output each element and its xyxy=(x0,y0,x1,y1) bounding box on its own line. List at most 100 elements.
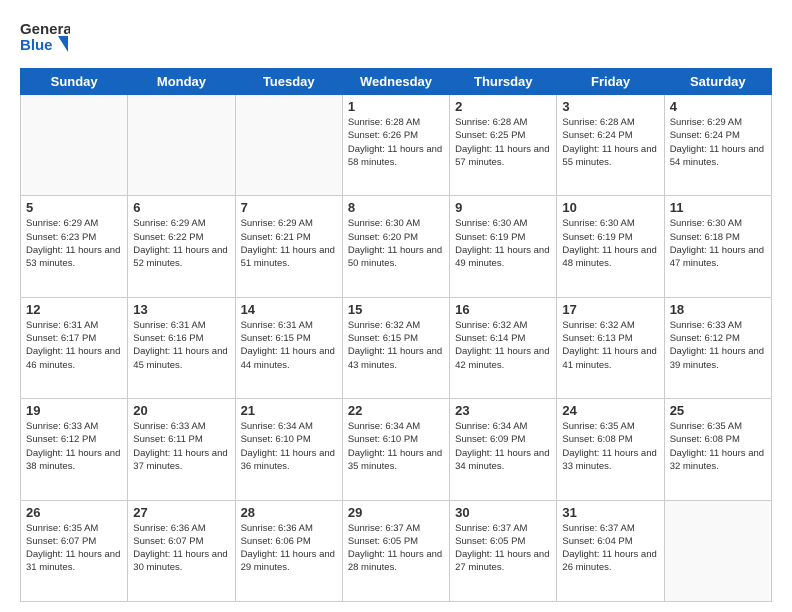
day-info: Sunrise: 6:29 AM Sunset: 6:22 PM Dayligh… xyxy=(133,217,229,270)
calendar-cell: 21Sunrise: 6:34 AM Sunset: 6:10 PM Dayli… xyxy=(235,399,342,500)
day-number: 7 xyxy=(241,200,337,215)
calendar-cell xyxy=(235,95,342,196)
calendar-cell: 2 Sunrise: 6:28 AM Sunset: 6:25 PM Daylig… xyxy=(450,95,557,196)
calendar-cell: 28 Sunrise: 6:36 AM Sunset: 6:06 PM Dayli… xyxy=(235,500,342,601)
calendar-cell xyxy=(21,95,128,196)
page: GeneralBlue SundayMondayTuesdayWednesday… xyxy=(0,0,792,612)
calendar-cell: 24Sunrise: 6:35 AM Sunset: 6:08 PM Dayli… xyxy=(557,399,664,500)
weekday-header-wednesday: Wednesday xyxy=(342,69,449,95)
calendar-cell: 7 Sunrise: 6:29 AM Sunset: 6:21 PM Daylig… xyxy=(235,196,342,297)
day-number: 28 xyxy=(241,505,337,520)
day-info: Sunrise: 6:31 AM Sunset: 6:16 PM Dayligh… xyxy=(133,319,229,372)
day-info: Sunrise: 6:28 AM Sunset: 6:25 PM Dayligh… xyxy=(455,116,551,169)
day-number: 19 xyxy=(26,403,122,418)
calendar-cell: 20 Sunrise: 6:33 AM Sunset: 6:11 PM Dayli… xyxy=(128,399,235,500)
day-number: 15 xyxy=(348,302,444,317)
calendar-cell: 12 Sunrise: 6:31 AM Sunset: 6:17 PM Dayli… xyxy=(21,297,128,398)
day-info: Sunrise: 6:36 AM Sunset: 6:06 PM Dayligh… xyxy=(241,522,337,575)
weekday-header-thursday: Thursday xyxy=(450,69,557,95)
calendar-cell: 18Sunrise: 6:33 AM Sunset: 6:12 PM Dayli… xyxy=(664,297,771,398)
day-number: 11 xyxy=(670,200,766,215)
day-number: 18 xyxy=(670,302,766,317)
day-info: Sunrise: 6:30 AM Sunset: 6:18 PM Dayligh… xyxy=(670,217,766,270)
weekday-header-monday: Monday xyxy=(128,69,235,95)
day-number: 27 xyxy=(133,505,229,520)
header: GeneralBlue xyxy=(20,16,772,58)
calendar-cell: 23 Sunrise: 6:34 AM Sunset: 6:09 PM Dayli… xyxy=(450,399,557,500)
day-info: Sunrise: 6:35 AM Sunset: 6:08 PM Dayligh… xyxy=(670,420,766,473)
calendar-cell: 27 Sunrise: 6:36 AM Sunset: 6:07 PM Dayli… xyxy=(128,500,235,601)
weekday-header-tuesday: Tuesday xyxy=(235,69,342,95)
day-number: 30 xyxy=(455,505,551,520)
weekday-header-saturday: Saturday xyxy=(664,69,771,95)
day-number: 4 xyxy=(670,99,766,114)
day-number: 9 xyxy=(455,200,551,215)
day-number: 8 xyxy=(348,200,444,215)
day-info: Sunrise: 6:29 AM Sunset: 6:21 PM Dayligh… xyxy=(241,217,337,270)
calendar-cell: 17Sunrise: 6:32 AM Sunset: 6:13 PM Dayli… xyxy=(557,297,664,398)
day-number: 25 xyxy=(670,403,766,418)
calendar-cell: 25 Sunrise: 6:35 AM Sunset: 6:08 PM Dayli… xyxy=(664,399,771,500)
week-row-4: 19Sunrise: 6:33 AM Sunset: 6:12 PM Dayli… xyxy=(21,399,772,500)
day-info: Sunrise: 6:37 AM Sunset: 6:05 PM Dayligh… xyxy=(348,522,444,575)
calendar-cell: 13 Sunrise: 6:31 AM Sunset: 6:16 PM Dayli… xyxy=(128,297,235,398)
calendar-cell: 14 Sunrise: 6:31 AM Sunset: 6:15 PM Dayli… xyxy=(235,297,342,398)
week-row-3: 12 Sunrise: 6:31 AM Sunset: 6:17 PM Dayli… xyxy=(21,297,772,398)
calendar-cell xyxy=(128,95,235,196)
day-number: 21 xyxy=(241,403,337,418)
svg-text:Blue: Blue xyxy=(20,37,53,54)
day-number: 23 xyxy=(455,403,551,418)
calendar-cell: 1 Sunrise: 6:28 AM Sunset: 6:26 PM Daylig… xyxy=(342,95,449,196)
day-info: Sunrise: 6:34 AM Sunset: 6:09 PM Dayligh… xyxy=(455,420,551,473)
calendar-cell: 4 Sunrise: 6:29 AM Sunset: 6:24 PM Daylig… xyxy=(664,95,771,196)
weekday-header-friday: Friday xyxy=(557,69,664,95)
weekday-header-sunday: Sunday xyxy=(21,69,128,95)
day-number: 6 xyxy=(133,200,229,215)
calendar-cell: 10 Sunrise: 6:30 AM Sunset: 6:19 PM Dayli… xyxy=(557,196,664,297)
calendar-cell: 22Sunrise: 6:34 AM Sunset: 6:10 PM Dayli… xyxy=(342,399,449,500)
day-number: 2 xyxy=(455,99,551,114)
day-info: Sunrise: 6:31 AM Sunset: 6:15 PM Dayligh… xyxy=(241,319,337,372)
day-number: 14 xyxy=(241,302,337,317)
day-info: Sunrise: 6:30 AM Sunset: 6:19 PM Dayligh… xyxy=(562,217,658,270)
day-info: Sunrise: 6:28 AM Sunset: 6:26 PM Dayligh… xyxy=(348,116,444,169)
calendar-cell: 3Sunrise: 6:28 AM Sunset: 6:24 PM Daylig… xyxy=(557,95,664,196)
calendar-cell: 5 Sunrise: 6:29 AM Sunset: 6:23 PM Daylig… xyxy=(21,196,128,297)
logo: GeneralBlue xyxy=(20,16,70,58)
calendar-cell: 6 Sunrise: 6:29 AM Sunset: 6:22 PM Daylig… xyxy=(128,196,235,297)
day-info: Sunrise: 6:30 AM Sunset: 6:19 PM Dayligh… xyxy=(455,217,551,270)
day-info: Sunrise: 6:37 AM Sunset: 6:05 PM Dayligh… xyxy=(455,522,551,575)
day-number: 29 xyxy=(348,505,444,520)
week-row-5: 26Sunrise: 6:35 AM Sunset: 6:07 PM Dayli… xyxy=(21,500,772,601)
calendar-cell: 9 Sunrise: 6:30 AM Sunset: 6:19 PM Daylig… xyxy=(450,196,557,297)
calendar-cell: 8Sunrise: 6:30 AM Sunset: 6:20 PM Daylig… xyxy=(342,196,449,297)
day-number: 12 xyxy=(26,302,122,317)
day-info: Sunrise: 6:32 AM Sunset: 6:15 PM Dayligh… xyxy=(348,319,444,372)
svg-text:General: General xyxy=(20,21,70,38)
day-number: 20 xyxy=(133,403,229,418)
day-info: Sunrise: 6:29 AM Sunset: 6:24 PM Dayligh… xyxy=(670,116,766,169)
day-info: Sunrise: 6:32 AM Sunset: 6:14 PM Dayligh… xyxy=(455,319,551,372)
day-number: 1 xyxy=(348,99,444,114)
day-number: 17 xyxy=(562,302,658,317)
day-info: Sunrise: 6:31 AM Sunset: 6:17 PM Dayligh… xyxy=(26,319,122,372)
day-number: 10 xyxy=(562,200,658,215)
calendar-cell: 19Sunrise: 6:33 AM Sunset: 6:12 PM Dayli… xyxy=(21,399,128,500)
day-info: Sunrise: 6:33 AM Sunset: 6:11 PM Dayligh… xyxy=(133,420,229,473)
day-info: Sunrise: 6:36 AM Sunset: 6:07 PM Dayligh… xyxy=(133,522,229,575)
day-number: 31 xyxy=(562,505,658,520)
calendar-cell: 29 Sunrise: 6:37 AM Sunset: 6:05 PM Dayli… xyxy=(342,500,449,601)
day-number: 24 xyxy=(562,403,658,418)
day-info: Sunrise: 6:29 AM Sunset: 6:23 PM Dayligh… xyxy=(26,217,122,270)
logo-svg: GeneralBlue xyxy=(20,16,70,58)
day-number: 22 xyxy=(348,403,444,418)
weekday-header-row: SundayMondayTuesdayWednesdayThursdayFrid… xyxy=(21,69,772,95)
day-number: 13 xyxy=(133,302,229,317)
day-number: 26 xyxy=(26,505,122,520)
calendar-cell: 30 Sunrise: 6:37 AM Sunset: 6:05 PM Dayli… xyxy=(450,500,557,601)
day-number: 5 xyxy=(26,200,122,215)
calendar-table: SundayMondayTuesdayWednesdayThursdayFrid… xyxy=(20,68,772,602)
day-info: Sunrise: 6:28 AM Sunset: 6:24 PM Dayligh… xyxy=(562,116,658,169)
week-row-1: 1 Sunrise: 6:28 AM Sunset: 6:26 PM Daylig… xyxy=(21,95,772,196)
week-row-2: 5 Sunrise: 6:29 AM Sunset: 6:23 PM Daylig… xyxy=(21,196,772,297)
